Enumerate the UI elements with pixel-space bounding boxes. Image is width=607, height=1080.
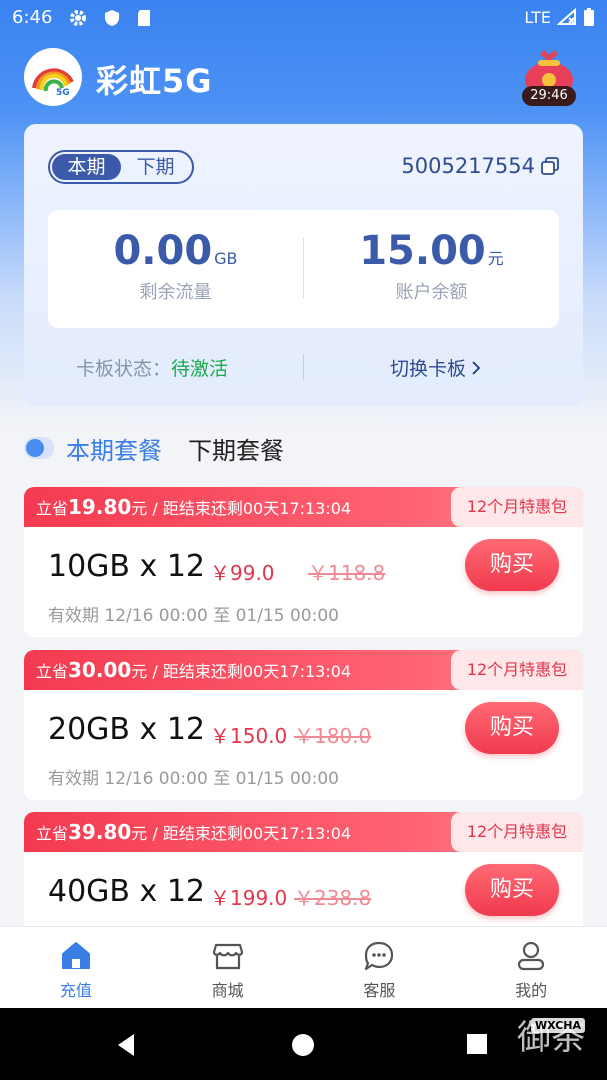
chat-icon — [365, 941, 394, 971]
user-icon — [518, 941, 545, 971]
gift-bag-button[interactable]: 29:46 — [520, 46, 578, 108]
saving-amount: 39.80 — [68, 820, 132, 844]
nav-store[interactable]: 商城 — [152, 927, 304, 1008]
nav-label: 商城 — [211, 981, 244, 1000]
package-card: 立省19.80元 / 距结束还剩00天17:13:04 12个月特惠包 10GB… — [24, 487, 583, 637]
tab-indicator-icon — [24, 437, 54, 459]
switch-card-label: 切换卡板 — [390, 358, 467, 380]
nav-label: 充值 — [59, 981, 92, 1000]
nav-recharge[interactable]: 充值 — [0, 927, 152, 1008]
watermark-tag: WXCHA — [530, 1018, 585, 1033]
package-original-price: ￥118.8 — [308, 561, 386, 585]
phone-number-text: 5005217554 — [401, 154, 535, 178]
package-price: ￥199.0 — [210, 886, 288, 910]
account-card: 本期 下期 5005217554 0.00 GB 剩余流量 15.00 元 账户余额… — [24, 124, 583, 406]
package-header: 立省39.80元 / 距结束还剩00天17:13:04 12个月特惠包 — [24, 812, 583, 852]
status-bar: 6:46 LTE — [0, 0, 607, 36]
card-status: 卡板状态：待激活 — [76, 354, 228, 381]
package-header: 立省19.80元 / 距结束还剩00天17:13:04 12个月特惠包 — [24, 487, 583, 527]
saving-prefix: 立省 — [36, 499, 69, 518]
data-remaining-value: 0.00 — [113, 228, 213, 274]
package-validity: 有效期 12/16 00:00 至 01/15 00:00 — [48, 606, 339, 626]
balance-box: 0.00 GB 剩余流量 15.00 元 账户余额 — [48, 210, 559, 328]
card-status-value: 待激活 — [171, 358, 229, 380]
home-icon — [61, 942, 90, 969]
package-saving: 立省19.80元 / 距结束还剩00天17:13:04 — [36, 495, 351, 519]
signal-icon — [557, 8, 576, 25]
status-right: LTE — [524, 7, 595, 27]
package-card: 立省30.00元 / 距结束还剩00天17:13:04 12个月特惠包 20GB… — [24, 650, 583, 800]
battery-icon — [584, 8, 594, 26]
system-navigation-bar — [0, 1008, 607, 1080]
package-tabs: 本期套餐 下期套餐 — [24, 430, 284, 466]
nav-profile[interactable]: 我的 — [455, 927, 607, 1008]
phone-number[interactable]: 5005217554 — [401, 154, 559, 178]
tab-next-period[interactable]: 下期 — [121, 154, 190, 180]
package-name: 20GB x 12 — [48, 712, 206, 747]
package-price: ￥150.0 — [210, 724, 288, 748]
sdcard-icon — [138, 10, 150, 26]
package-price: ￥99.0 — [210, 561, 275, 585]
saving-amount: 19.80 — [68, 495, 132, 519]
recents-icon[interactable] — [465, 1032, 489, 1056]
buy-button[interactable]: 购买 — [465, 864, 559, 916]
gift-timer: 29:46 — [522, 86, 576, 106]
nav-label: 我的 — [515, 981, 548, 1000]
copy-icon[interactable] — [541, 157, 559, 175]
package-badge: 12个月特惠包 — [451, 812, 583, 852]
saving-prefix: 立省 — [36, 824, 69, 843]
balance-stat: 15.00 元 账户余额 — [304, 228, 559, 304]
period-toggle: 本期 下期 — [48, 150, 194, 184]
saving-amount: 30.00 — [68, 658, 132, 682]
switch-card-button[interactable]: 切换卡板 — [390, 354, 482, 381]
chevron-right-icon — [472, 360, 481, 375]
package-header: 立省30.00元 / 距结束还剩00天17:13:04 12个月特惠包 — [24, 650, 583, 690]
svg-text:5G: 5G — [56, 88, 70, 98]
home-button-icon[interactable] — [290, 1032, 316, 1058]
card-divider — [303, 354, 304, 380]
saving-prefix: 立省 — [36, 662, 69, 681]
buy-button[interactable]: 购买 — [465, 702, 559, 754]
back-icon[interactable] — [112, 1030, 142, 1060]
package-name: 40GB x 12 — [48, 874, 206, 909]
data-remaining-stat: 0.00 GB 剩余流量 — [48, 228, 303, 304]
store-icon — [212, 943, 243, 970]
rainbow-logo-icon: 5G — [32, 68, 74, 98]
package-saving: 立省39.80元 / 距结束还剩00天17:13:04 — [36, 820, 351, 844]
buy-button[interactable]: 购买 — [465, 539, 559, 591]
data-remaining-label: 剩余流量 — [139, 282, 212, 303]
package-badge: 12个月特惠包 — [451, 487, 583, 527]
package-original-price: ￥180.0 — [294, 724, 372, 748]
saving-countdown: 元 / 距结束还剩00天17:13:04 — [131, 499, 352, 518]
saving-countdown: 元 / 距结束还剩00天17:13:04 — [131, 662, 352, 681]
network-type: LTE — [524, 7, 551, 27]
bottom-nav: 充值 商城 客服 我的 — [0, 926, 607, 1008]
nav-service[interactable]: 客服 — [304, 927, 456, 1008]
balance-unit: 元 — [487, 249, 504, 268]
tab-current-package[interactable]: 本期套餐 — [66, 431, 162, 466]
card-status-label: 卡板状态： — [76, 358, 172, 380]
data-remaining-unit: GB — [214, 249, 238, 268]
saving-countdown: 元 / 距结束还剩00天17:13:04 — [131, 824, 352, 843]
status-time: 6:46 — [12, 7, 53, 28]
balance-label: 账户余额 — [395, 282, 468, 303]
shield-icon — [105, 10, 119, 26]
app-logo: 5G — [24, 48, 82, 106]
settings-icon — [70, 10, 86, 26]
balance-value: 15.00 — [359, 228, 486, 274]
package-name: 10GB x 12 — [48, 549, 206, 584]
package-original-price: ￥238.8 — [294, 886, 372, 910]
package-badge: 12个月特惠包 — [451, 650, 583, 690]
package-validity: 有效期 12/16 00:00 至 01/15 00:00 — [48, 769, 339, 789]
nav-label: 客服 — [363, 981, 396, 1000]
tab-next-package[interactable]: 下期套餐 — [188, 431, 284, 466]
tab-current-period[interactable]: 本期 — [52, 154, 121, 180]
app-title: 彩虹5G — [96, 62, 213, 100]
package-saving: 立省30.00元 / 距结束还剩00天17:13:04 — [36, 658, 351, 682]
